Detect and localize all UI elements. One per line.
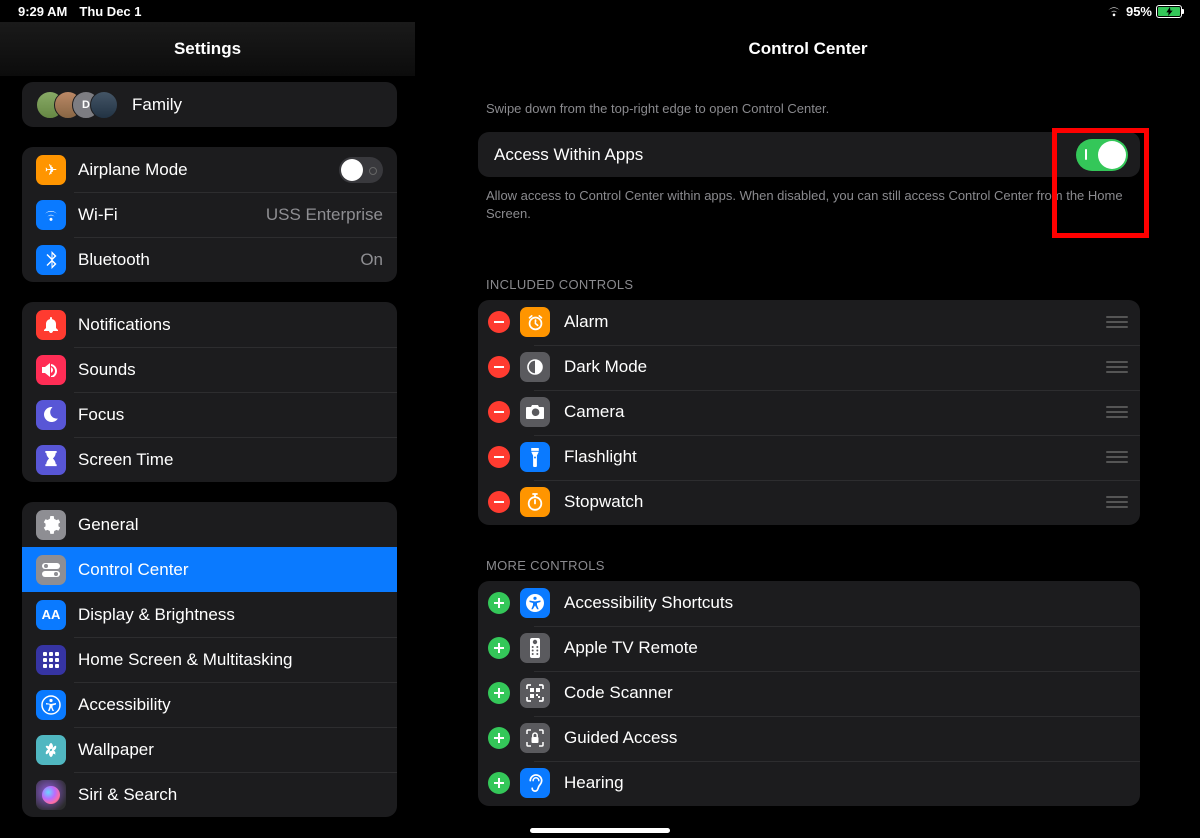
- sidebar-item-control-center[interactable]: Control Center: [22, 547, 397, 592]
- status-bar: 9:29 AM Thu Dec 1 95%: [0, 0, 1200, 22]
- add-button[interactable]: [488, 682, 510, 704]
- detail-title: Control Center: [426, 22, 1190, 76]
- sidebar-item-sounds[interactable]: Sounds: [22, 347, 397, 392]
- camera-icon: [520, 397, 550, 427]
- remove-button[interactable]: [488, 491, 510, 513]
- more-codescanner[interactable]: Code Scanner: [478, 671, 1140, 716]
- accessibility-icon: [520, 588, 550, 618]
- add-button[interactable]: [488, 592, 510, 614]
- family-label: Family: [132, 95, 383, 115]
- sidebar-item-wallpaper[interactable]: Wallpaper: [22, 727, 397, 772]
- remove-button[interactable]: [488, 401, 510, 423]
- remove-button[interactable]: [488, 311, 510, 333]
- drag-handle[interactable]: [1106, 406, 1128, 418]
- wifi-icon: [1106, 5, 1122, 17]
- access-caption: Allow access to Control Center within ap…: [486, 187, 1132, 223]
- add-button[interactable]: [488, 772, 510, 794]
- sidebar-item-general[interactable]: General: [22, 502, 397, 547]
- moon-icon: [36, 400, 66, 430]
- siri-icon: [36, 780, 66, 810]
- included-header: Included Controls: [486, 276, 1132, 294]
- remove-button[interactable]: [488, 356, 510, 378]
- add-button[interactable]: [488, 727, 510, 749]
- bluetooth-icon: [36, 245, 66, 275]
- airplane-icon: ✈: [36, 155, 66, 185]
- flower-icon: [36, 735, 66, 765]
- drag-handle[interactable]: [1106, 496, 1128, 508]
- flashlight-icon: [520, 442, 550, 472]
- darkmode-icon: [520, 352, 550, 382]
- status-time: 9:29 AM: [18, 4, 67, 19]
- sidebar-item-bluetooth[interactable]: Bluetooth On: [22, 237, 397, 282]
- sidebar-item-siri[interactable]: Siri & Search: [22, 772, 397, 817]
- included-flashlight[interactable]: Flashlight: [478, 435, 1140, 480]
- settings-sidebar: Settings D Family ✈ Airplane Mode: [0, 0, 416, 838]
- sidebar-item-screentime[interactable]: Screen Time: [22, 437, 397, 482]
- remove-button[interactable]: [488, 446, 510, 468]
- text-size-icon: AA: [36, 600, 66, 630]
- more-header: More Controls: [486, 557, 1132, 575]
- included-alarm[interactable]: Alarm: [478, 300, 1140, 345]
- person-circle-icon: [36, 690, 66, 720]
- more-accessibility[interactable]: Accessibility Shortcuts: [478, 581, 1140, 626]
- bluetooth-value: On: [360, 250, 383, 270]
- sidebar-item-display[interactable]: AA Display & Brightness: [22, 592, 397, 637]
- sidebar-item-wifi[interactable]: Wi-Fi USS Enterprise: [22, 192, 397, 237]
- detail-pane: Control Center Swipe down from the top-r…: [416, 0, 1200, 838]
- battery-percent: 95%: [1126, 4, 1152, 19]
- access-within-apps-row[interactable]: Access Within Apps: [478, 132, 1140, 177]
- wifi-value: USS Enterprise: [266, 205, 383, 225]
- sidebar-item-airplane[interactable]: ✈ Airplane Mode: [22, 147, 397, 192]
- stopwatch-icon: [520, 487, 550, 517]
- access-within-apps-toggle[interactable]: [1076, 139, 1128, 171]
- gear-icon: [36, 510, 66, 540]
- included-camera[interactable]: Camera: [478, 390, 1140, 435]
- alarm-icon: [520, 307, 550, 337]
- battery-icon: [1156, 5, 1182, 18]
- home-indicator[interactable]: [530, 828, 670, 833]
- wifi-row-icon: [36, 200, 66, 230]
- sidebar-item-focus[interactable]: Focus: [22, 392, 397, 437]
- hourglass-icon: [36, 445, 66, 475]
- more-guided[interactable]: Guided Access: [478, 716, 1140, 761]
- more-hearing[interactable]: Hearing: [478, 761, 1140, 806]
- add-button[interactable]: [488, 637, 510, 659]
- drag-handle[interactable]: [1106, 316, 1128, 328]
- grid-icon: [36, 645, 66, 675]
- airplane-toggle[interactable]: [339, 157, 383, 183]
- status-date: Thu Dec 1: [79, 4, 141, 19]
- included-stopwatch[interactable]: Stopwatch: [478, 480, 1140, 525]
- sidebar-item-family[interactable]: D Family: [22, 82, 397, 127]
- sidebar-item-notifications[interactable]: Notifications: [22, 302, 397, 347]
- qr-icon: [520, 678, 550, 708]
- more-appletv[interactable]: Apple TV Remote: [478, 626, 1140, 671]
- remote-icon: [520, 633, 550, 663]
- switches-icon: [36, 555, 66, 585]
- sidebar-item-accessibility[interactable]: Accessibility: [22, 682, 397, 727]
- ear-icon: [520, 768, 550, 798]
- sidebar-title: Settings: [0, 22, 415, 76]
- drag-handle[interactable]: [1106, 451, 1128, 463]
- sidebar-item-homescreen[interactable]: Home Screen & Multitasking: [22, 637, 397, 682]
- drag-handle[interactable]: [1106, 361, 1128, 373]
- lock-icon: [520, 723, 550, 753]
- speaker-icon: [36, 355, 66, 385]
- included-darkmode[interactable]: Dark Mode: [478, 345, 1140, 390]
- intro-caption: Swipe down from the top-right edge to op…: [486, 100, 1132, 118]
- bell-icon: [36, 310, 66, 340]
